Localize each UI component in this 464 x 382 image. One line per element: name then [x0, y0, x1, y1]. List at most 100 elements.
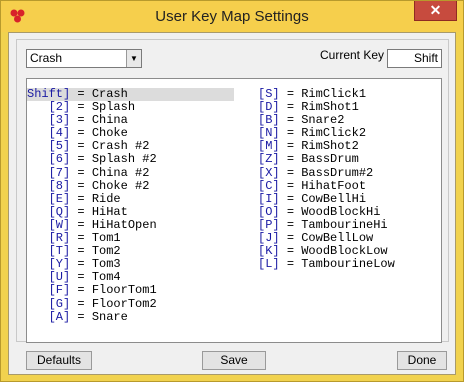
equals-sign: = [77, 231, 85, 246]
key-code: [K] [258, 244, 280, 259]
key-code: [7] [48, 165, 71, 180]
key-code: [F] [48, 283, 71, 298]
key-map-row[interactable]: [A] = Snare [27, 309, 157, 324]
done-button[interactable]: Done [397, 351, 447, 370]
equals-sign: = [286, 204, 295, 219]
key-map-row[interactable]: [L] = TambourineLow [258, 258, 395, 271]
key-code: [W] [48, 217, 71, 232]
current-key-label: Current Key [320, 48, 385, 62]
key-code: [3] [48, 113, 71, 128]
sound-name: Choke [91, 126, 128, 141]
key-code: [X] [258, 165, 280, 180]
key-code: [Z] [258, 152, 280, 167]
client-area: Crash ▼ Current Key Shift Shift] = Crash… [8, 32, 456, 375]
sound-name: Crash #2 [91, 139, 150, 154]
sound-name: HiHatOpen [91, 217, 157, 232]
equals-sign: = [77, 283, 85, 298]
sound-name: Tom2 [91, 244, 121, 259]
equals-sign: = [286, 87, 295, 101]
key-code: [6] [48, 152, 71, 167]
key-code: [N] [258, 126, 280, 141]
sound-name: Tom3 [91, 257, 121, 272]
equals-sign: = [77, 309, 85, 324]
equals-sign: = [286, 113, 295, 128]
sound-name: FloorTom1 [91, 283, 157, 298]
key-code: [5] [48, 139, 71, 154]
key-code: [A] [48, 309, 71, 324]
chevron-down-icon[interactable]: ▼ [126, 50, 141, 67]
equals-sign: = [286, 165, 295, 180]
equals-sign: = [77, 87, 85, 101]
equals-sign: = [77, 139, 85, 154]
equals-sign: = [286, 217, 295, 232]
current-key-value: Shift [413, 51, 438, 65]
equals-sign: = [77, 217, 85, 232]
save-button[interactable]: Save [202, 351, 266, 370]
right-key-column: [S] = RimClick1 [D] = RimShot1 [B] = Snare… [258, 87, 395, 271]
sound-name: CowBellLow [301, 231, 374, 246]
sound-name: HihatFoot [301, 178, 367, 193]
sound-name: Snare2 [301, 113, 345, 128]
key-code: [4] [48, 126, 71, 141]
key-code: [I] [258, 191, 280, 206]
sound-name: FloorTom2 [91, 296, 157, 311]
key-code: [O] [258, 204, 280, 219]
key-code: [R] [48, 231, 71, 246]
key-code: [B] [258, 113, 280, 128]
key-code: [S] [258, 87, 280, 101]
sound-name: Snare [91, 309, 128, 324]
sound-name: Splash [91, 100, 136, 115]
key-code: [E] [48, 191, 71, 206]
equals-sign: = [286, 139, 295, 154]
defaults-button[interactable]: Defaults [26, 351, 92, 370]
current-key-field[interactable]: Shift [387, 49, 442, 68]
sound-name: Ride [91, 191, 121, 206]
equals-sign: = [286, 191, 295, 206]
equals-sign: = [286, 178, 295, 193]
key-code: [P] [258, 217, 280, 232]
kit-select[interactable]: Crash ▼ [26, 49, 142, 68]
equals-sign: = [77, 113, 85, 128]
sound-name: Choke #2 [91, 178, 150, 193]
key-code: [Y] [48, 257, 71, 272]
sound-name: TambourineHi [301, 217, 388, 232]
sound-name: RimShot1 [301, 100, 359, 115]
key-code: Shift] [27, 87, 71, 101]
key-code: [2] [48, 100, 71, 115]
sound-name: CowBellHi [301, 191, 367, 206]
key-code: [M] [258, 139, 280, 154]
equals-sign: = [286, 126, 295, 141]
key-code: [J] [258, 231, 280, 246]
sound-name: RimClick1 [301, 87, 367, 101]
equals-sign: = [77, 178, 85, 193]
close-button[interactable]: ✕ [414, 1, 457, 21]
sound-name: RimShot2 [301, 139, 359, 154]
sound-name: Tom1 [91, 231, 121, 246]
sound-name: TambourineLow [301, 257, 395, 272]
sound-name: BassDrum#2 [301, 165, 374, 180]
equals-sign: = [286, 231, 295, 246]
sound-name: Splash #2 [91, 152, 157, 167]
title-bar[interactable]: User Key Map Settings ✕ [1, 1, 463, 32]
equals-sign: = [77, 152, 85, 167]
sound-name: Tom4 [91, 270, 121, 285]
sound-name: RimClick2 [301, 126, 367, 141]
key-code: [U] [48, 270, 71, 285]
key-code: [8] [48, 178, 71, 193]
equals-sign: = [286, 100, 295, 115]
sound-name: China [91, 113, 128, 128]
equals-sign: = [77, 244, 85, 259]
left-key-column: Shift] = Crash [2] = Splash [3] = China … [27, 87, 157, 324]
equals-sign: = [77, 204, 85, 219]
key-code: [Q] [48, 204, 71, 219]
sound-name: WoodBlockHi [301, 204, 381, 219]
key-map-list[interactable]: Shift] = Crash [2] = Splash [3] = China … [26, 78, 442, 343]
close-icon: ✕ [429, 2, 442, 18]
window-title: User Key Map Settings [155, 8, 309, 25]
key-code: [L] [258, 257, 280, 272]
equals-sign: = [77, 126, 85, 141]
equals-sign: = [286, 244, 295, 259]
equals-sign: = [77, 165, 85, 180]
sound-name: BassDrum [301, 152, 359, 167]
settings-window: User Key Map Settings ✕ Crash ▼ Current … [0, 0, 464, 382]
